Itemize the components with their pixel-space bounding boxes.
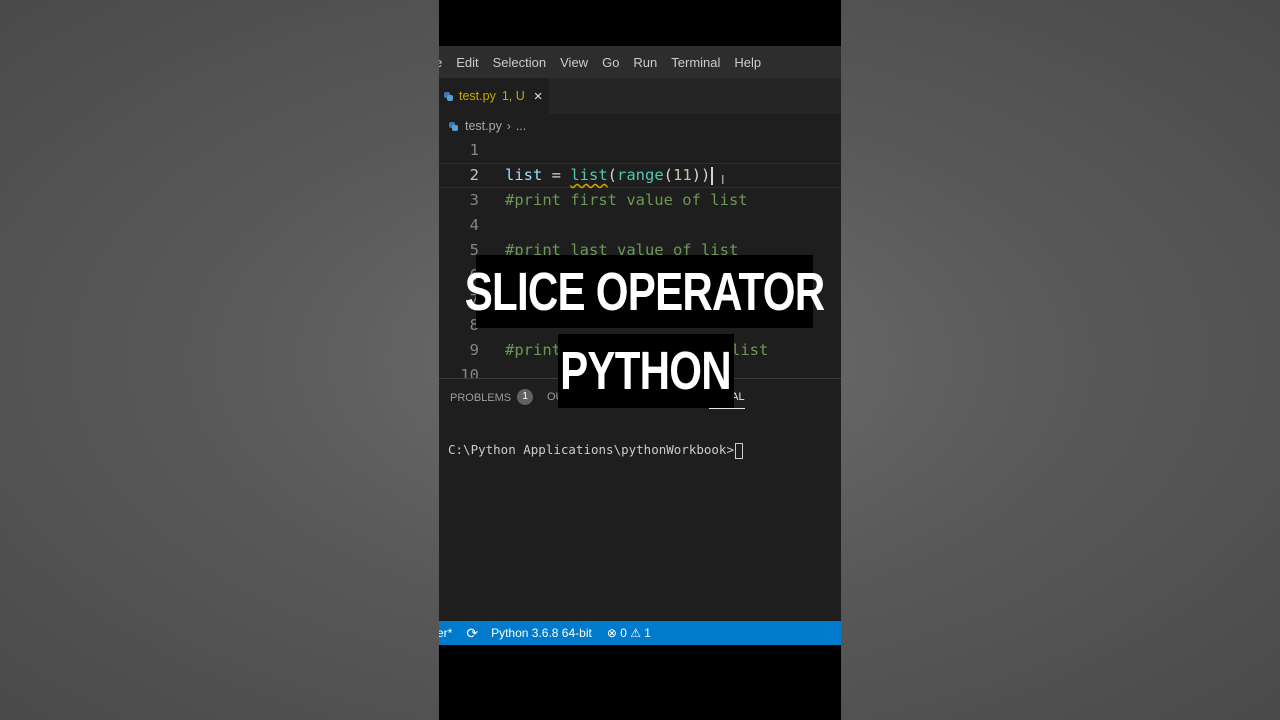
breadcrumb-file[interactable]: test.py — [465, 119, 502, 133]
problems-count-badge: 1 — [517, 389, 534, 405]
text-cursor — [711, 166, 714, 185]
python-file-icon — [444, 91, 453, 101]
breadcrumb: test.py › ... — [439, 114, 841, 138]
token-paren: ( — [607, 166, 617, 184]
title-overlay-line2: PYTHON — [558, 334, 734, 408]
title-text-line2: PYTHON — [560, 341, 733, 401]
code-line: 1 — [439, 138, 841, 163]
token-paren: ( — [663, 166, 674, 184]
code-comment: #print first value of list — [505, 191, 748, 209]
token-function: range — [617, 166, 664, 184]
menu-help[interactable]: Help — [734, 55, 761, 70]
menu-go[interactable]: Go — [602, 55, 619, 70]
editor-tab-bar: test.py 1, U × — [439, 78, 841, 114]
line-number: 9 — [469, 341, 479, 359]
code-text: list = list(range(11)) — [505, 164, 714, 187]
code-comment-tail: list — [731, 341, 769, 359]
chevron-right-icon: › — [506, 119, 511, 133]
line-number: 4 — [469, 216, 479, 234]
status-branch[interactable]: er* — [439, 626, 452, 640]
line-number: 5 — [469, 241, 479, 259]
tab-problems[interactable]: PROBLEMS 1 — [450, 389, 534, 405]
terminal-output[interactable]: C:\Python Applications\pythonWorkbook> — [448, 442, 743, 459]
title-overlay-line1: SLICE OPERATOR — [465, 255, 825, 328]
token-function-warning: list — [570, 166, 608, 184]
code-line: 4 — [439, 213, 841, 238]
code-line-current: 2 list = list(range(11)) I — [439, 163, 841, 188]
terminal-prompt: C:\Python Applications\pythonWorkbook> — [448, 442, 734, 457]
sync-icon[interactable]: ⟳ — [466, 625, 478, 642]
code-comment: #print — [505, 341, 561, 359]
tab-status: 1, U — [501, 89, 525, 103]
terminal-cursor — [734, 442, 743, 459]
line-number: 2 — [469, 166, 479, 184]
bottom-panel: PROBLEMS1 OU MINAL C:\Python Application… — [439, 378, 841, 622]
menu-bar: e Edit Selection View Go Run Terminal He… — [439, 46, 841, 78]
tab-problems-label: PROBLEMS — [450, 391, 512, 404]
title-text-line1: SLICE OPERATOR — [464, 261, 825, 322]
code-line: 3 #print first value of list — [439, 188, 841, 213]
close-icon[interactable]: × — [534, 88, 543, 105]
token-variable: list — [505, 166, 543, 184]
line-number: 3 — [469, 191, 479, 209]
status-problems[interactable]: ⊗ 0 ⚠ 1 — [607, 626, 651, 640]
line-number: 1 — [469, 141, 479, 159]
token-paren: )) — [691, 166, 711, 184]
menu-edit[interactable]: Edit — [456, 55, 478, 70]
menu-selection[interactable]: Selection — [493, 55, 546, 70]
tab-test-py[interactable]: test.py 1, U × — [439, 78, 549, 114]
python-file-icon — [449, 121, 458, 131]
token-number: 11 — [673, 166, 692, 184]
menu-file[interactable]: e — [439, 55, 442, 70]
menu-view[interactable]: View — [560, 55, 588, 70]
menu-run[interactable]: Run — [633, 55, 657, 70]
tab-filename: test.py — [459, 89, 496, 103]
menu-terminal[interactable]: Terminal — [671, 55, 720, 70]
token-operator: = — [542, 166, 571, 184]
status-python-interpreter[interactable]: Python 3.6.8 64-bit — [491, 626, 592, 640]
breadcrumb-more[interactable]: ... — [516, 119, 526, 133]
status-bar: er* ⟳ Python 3.6.8 64-bit ⊗ 0 ⚠ 1 — [439, 621, 841, 645]
